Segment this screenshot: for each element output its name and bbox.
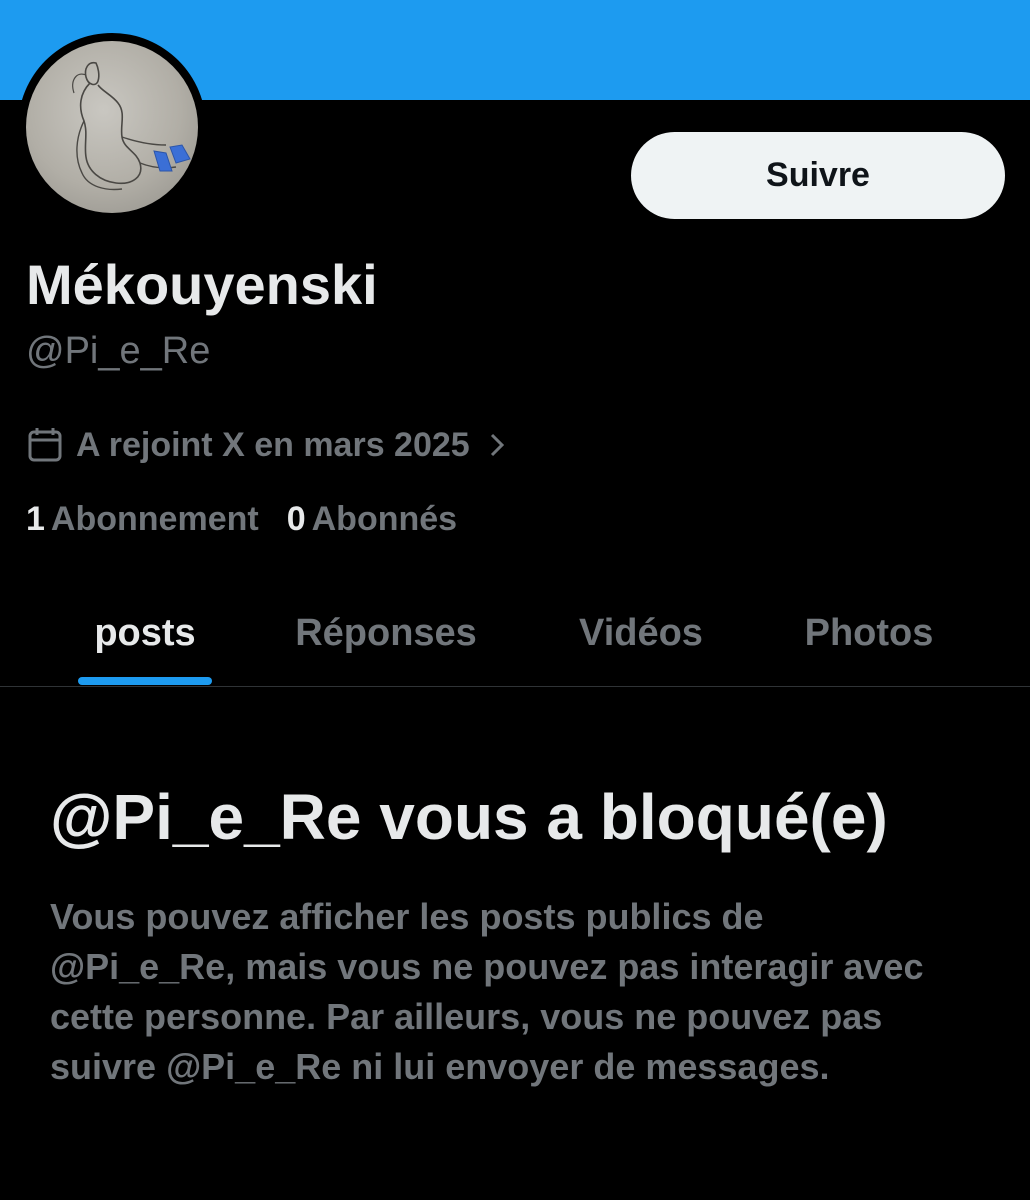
avatar-sketch-image [72,61,191,191]
following-stat[interactable]: 1 Abonnement [26,500,259,539]
blocked-title: @Pi_e_Re vous a bloqué(e) [50,781,888,853]
follow-button[interactable]: Suivre [631,132,1005,219]
chevron-right-icon [484,430,510,460]
follow-stats: 1 Abonnement 0 Abonnés [26,500,457,539]
joined-date-row[interactable]: A rejoint X en mars 2025 [26,422,510,468]
joined-date-label: A rejoint X en mars 2025 [76,425,470,464]
following-label: Abonnement [50,500,259,538]
avatar[interactable] [26,41,198,213]
followers-stat[interactable]: 0 Abonnés [287,500,457,539]
tab-videos[interactable]: Vidéos [540,580,742,686]
active-tab-indicator [78,677,212,685]
calendar-icon [26,426,64,464]
followers-count: 0 [286,500,306,538]
tab-posts[interactable]: posts [40,580,250,686]
blocked-description: Vous pouvez afficher les posts publics d… [50,896,924,1087]
followers-label: Abonnés [311,500,458,538]
tab-replies[interactable]: Réponses [270,580,502,686]
tab-photos[interactable]: Photos [770,580,968,686]
profile-display-name: Mékouyenski [26,253,378,316]
following-count: 1 [26,500,45,538]
profile-handle: @Pi_e_Re [26,330,211,372]
profile-tabs: posts Réponses Vidéos Photos [0,580,1030,687]
